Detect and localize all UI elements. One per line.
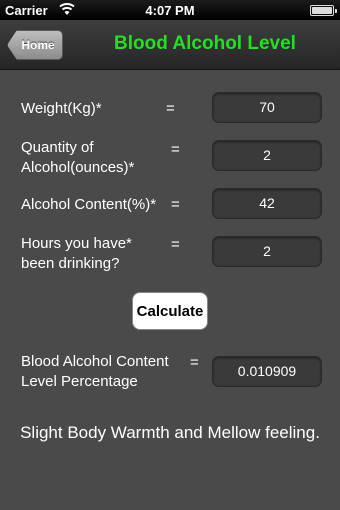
hours-equals: = bbox=[171, 236, 180, 253]
result-equals: = bbox=[190, 354, 199, 371]
alcohol-content-equals: = bbox=[171, 196, 180, 213]
status-time: 4:07 PM bbox=[145, 3, 195, 18]
weight-equals: = bbox=[166, 100, 175, 117]
navigation-bar: Home Blood Alcohol Level bbox=[0, 20, 340, 70]
status-bar: Carrier 4:07 PM bbox=[0, 0, 340, 20]
quantity-equals: = bbox=[171, 141, 180, 158]
home-back-button[interactable]: Home bbox=[7, 30, 63, 60]
result-value-field: 0.010909 bbox=[212, 356, 322, 387]
battery-icon bbox=[310, 5, 337, 16]
weight-input[interactable]: 70 bbox=[212, 92, 322, 123]
quantity-input[interactable]: 2 bbox=[212, 140, 322, 171]
quantity-label-line2: Alcohol(ounces)* bbox=[21, 159, 135, 176]
result-label-line1: Blood Alcohol Content bbox=[21, 353, 169, 370]
alcohol-content-label: Alcohol Content(%)* bbox=[21, 196, 157, 213]
result-label-line2: Level Percentage bbox=[21, 373, 138, 390]
calculate-button[interactable]: Calculate bbox=[132, 292, 208, 330]
page-title: Blood Alcohol Level bbox=[114, 33, 296, 54]
weight-label: Weight(Kg)* bbox=[21, 100, 102, 117]
effect-description: Slight Body Warmth and Mellow feeling. bbox=[20, 423, 320, 442]
hours-label-line2: been drinking? bbox=[21, 255, 120, 272]
hours-label-line1: Hours you have* bbox=[21, 235, 132, 252]
alcohol-content-input[interactable]: 42 bbox=[212, 188, 322, 219]
hours-input[interactable]: 2 bbox=[212, 236, 322, 267]
quantity-label-line1: Quantity of bbox=[21, 139, 94, 156]
